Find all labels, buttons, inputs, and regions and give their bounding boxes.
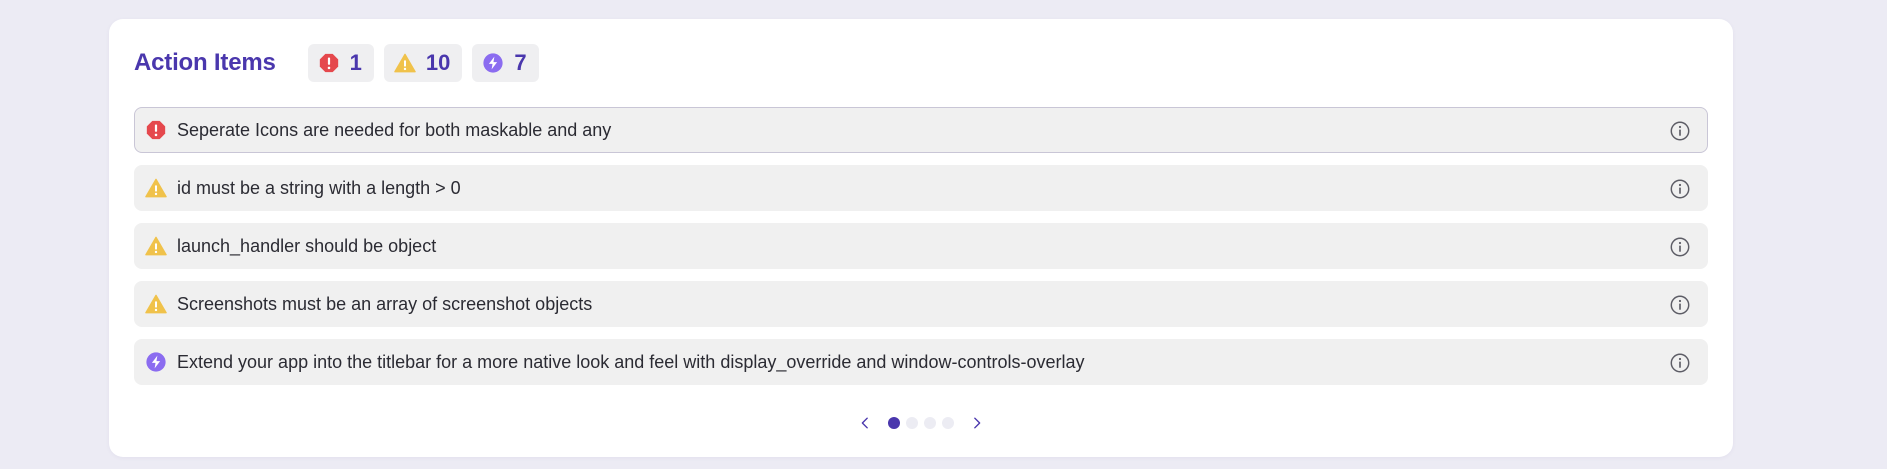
warning-icon [145,235,167,257]
previous-page-button[interactable] [855,413,875,433]
chevron-right-icon [974,417,981,429]
warning-count: 10 [425,50,451,75]
warning-count-badge[interactable]: 10 [383,44,463,82]
suggestion-count: 7 [514,50,527,75]
suggestion-count-badge[interactable]: 7 [472,44,539,82]
list-item-text: id must be a string with a length > 0 [177,177,461,198]
page-dot-2[interactable] [906,417,918,429]
list-item[interactable]: Seperate Icons are needed for both maska… [134,107,1708,153]
list-item-text: launch_handler should be object [177,235,437,256]
error-count: 1 [349,50,362,75]
lightning-icon [145,351,167,373]
info-icon[interactable] [1669,236,1691,258]
list-item-text: Screenshots must be an array of screensh… [177,293,593,314]
list-item[interactable]: id must be a string with a length > 0 [134,165,1708,211]
list-item[interactable]: launch_handler should be object [134,223,1708,269]
page-dot-4[interactable] [942,417,954,429]
next-page-button[interactable] [967,413,987,433]
list-item-text: Extend your app into the titlebar for a … [177,351,1085,372]
info-icon[interactable] [1669,352,1691,374]
section-title: Action Items [134,49,276,76]
chevron-left-icon [861,417,868,429]
list-item[interactable]: Extend your app into the titlebar for a … [134,339,1708,385]
error-count-badge[interactable]: 1 [307,44,374,82]
list-item-text: Seperate Icons are needed for both maska… [177,119,612,140]
lightning-icon [482,52,504,74]
info-icon[interactable] [1669,294,1691,316]
warning-icon [145,293,167,315]
action-items-header: Action Items 1 10 7 [134,43,549,83]
page-dots [885,417,957,429]
error-icon [145,119,167,141]
action-items-list: Seperate Icons are needed for both maska… [134,107,1708,397]
info-icon[interactable] [1669,178,1691,200]
info-icon[interactable] [1669,120,1691,142]
pagination [109,411,1733,435]
warning-icon [394,52,416,74]
page-dot-1[interactable] [888,417,900,429]
list-item[interactable]: Screenshots must be an array of screensh… [134,281,1708,327]
page-dot-3[interactable] [924,417,936,429]
action-items-card: Action Items 1 10 7 Seperate Icons are n… [109,19,1733,457]
error-icon [318,52,340,74]
warning-icon [145,177,167,199]
